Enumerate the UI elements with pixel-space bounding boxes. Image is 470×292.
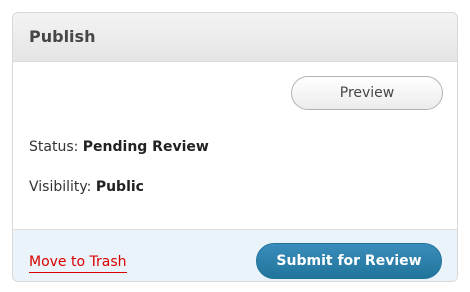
visibility-value: Public: [95, 179, 144, 195]
publish-panel: Publish Preview Status: Pending Review V…: [12, 12, 458, 282]
panel-header: Publish: [13, 13, 457, 62]
panel-footer: Move to Trash Submit for Review: [13, 229, 457, 281]
preview-button[interactable]: Preview: [291, 76, 443, 110]
panel-title: Publish: [29, 27, 96, 46]
visibility-label: Visibility:: [29, 179, 92, 195]
submit-for-review-button[interactable]: Submit for Review: [256, 243, 442, 279]
move-to-trash-link[interactable]: Move to Trash: [29, 252, 127, 273]
visibility-row: Visibility: Public: [29, 177, 144, 197]
status-row: Status: Pending Review: [29, 137, 209, 157]
status-value: Pending Review: [82, 139, 209, 155]
status-label: Status:: [29, 139, 79, 155]
